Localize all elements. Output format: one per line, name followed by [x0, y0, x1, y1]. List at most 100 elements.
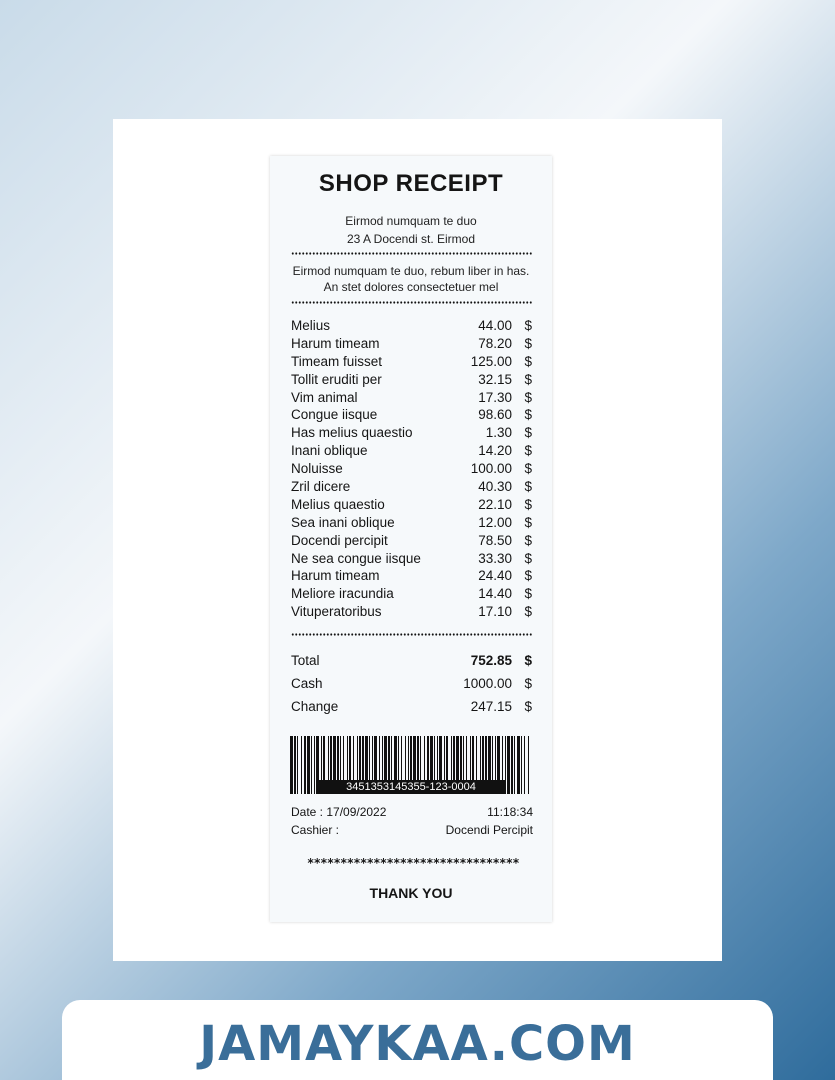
- item-list: Melius 44.00 $ Harum timeam 78.20 $ Timeam fui…: [291, 317, 536, 621]
- item-name: Vituperatoribus: [291, 604, 382, 620]
- currency-symbol: $: [524, 335, 532, 351]
- receipt-item-row: Docendi percipit 78.50 $: [291, 532, 536, 550]
- cashier-name: Docendi Percipit: [445, 823, 533, 837]
- item-name: Noluisse: [291, 461, 343, 477]
- currency-symbol: $: [524, 699, 532, 714]
- item-name: Harum timeam: [291, 335, 380, 351]
- currency-symbol: $: [524, 407, 532, 423]
- currency-symbol: $: [524, 443, 532, 459]
- cashier-label: Cashier :: [291, 823, 340, 837]
- item-price: 32.15: [478, 371, 512, 387]
- receipt-item-row: Noluisse 100.00 $: [291, 460, 536, 478]
- change-label: Change: [291, 699, 339, 714]
- item-name: Has melius quaestio: [291, 425, 413, 441]
- receipt-item-row: Congue iisque 98.60 $: [291, 406, 536, 424]
- item-price: 22.10: [478, 496, 512, 512]
- thank-you-text: THANK YOU: [369, 885, 453, 901]
- receipt-item-row: Has melius quaestio 1.30 $: [291, 424, 536, 442]
- total-label: Total: [291, 653, 320, 668]
- item-name: Tollit eruditi per: [291, 371, 382, 387]
- receipt-item-row: Zril dicere 40.30 $: [291, 478, 536, 496]
- cash-value: 1000.00: [463, 676, 512, 691]
- item-price: 78.20: [478, 335, 512, 351]
- change-value: 247.15: [470, 699, 512, 714]
- item-name: Harum timeam: [291, 568, 380, 584]
- item-price: 17.10: [478, 604, 512, 620]
- site-banner: JAMAYKAA.COM: [62, 1000, 773, 1080]
- item-price: 44.00: [478, 318, 512, 333]
- item-name: Melius: [291, 318, 331, 333]
- item-price: 125.00: [470, 353, 512, 369]
- dotted-divider: [291, 301, 533, 304]
- currency-symbol: $: [524, 604, 532, 620]
- currency-symbol: $: [524, 676, 532, 691]
- receipt-item-row: Harum timeam 78.20 $: [291, 335, 536, 353]
- item-price: 1.30: [485, 425, 512, 441]
- receipt-item-row: Vituperatoribus 17.10 $: [291, 603, 536, 621]
- currency-symbol: $: [524, 371, 532, 387]
- change-row: Change 247.15 $: [291, 697, 536, 717]
- item-name: Docendi percipit: [291, 532, 388, 548]
- item-price: 98.60: [478, 407, 512, 423]
- currency-symbol: $: [524, 532, 532, 548]
- item-name: Meliore iracundia: [291, 586, 394, 602]
- receipt: SHOP RECEIPT Eirmod numquam te duo 23 A …: [270, 156, 552, 922]
- currency-symbol: $: [524, 496, 532, 512]
- receipt-item-row: Timeam fuisset 125.00 $: [291, 353, 536, 371]
- item-price: 33.30: [478, 550, 512, 566]
- item-name: Ne sea congue iisque: [291, 550, 421, 566]
- cashier-row: Cashier : Docendi Percipit: [291, 822, 533, 838]
- currency-symbol: $: [524, 353, 532, 369]
- receipt-item-row: Tollit eruditi per 32.15 $: [291, 371, 536, 389]
- item-name: Melius quaestio: [291, 496, 385, 512]
- item-name: Sea inani oblique: [291, 514, 395, 530]
- time-text: 11:18:34: [487, 805, 533, 819]
- total-row: Total 752.85 $: [291, 651, 536, 671]
- item-name: Inani oblique: [291, 443, 368, 459]
- currency-symbol: $: [524, 318, 532, 333]
- currency-symbol: $: [524, 389, 532, 405]
- currency-symbol: $: [524, 550, 532, 566]
- currency-symbol: $: [524, 461, 532, 477]
- dotted-divider: [291, 252, 533, 255]
- item-name: Vim animal: [291, 389, 358, 405]
- item-price: 17.30: [478, 389, 512, 405]
- cash-label: Cash: [291, 676, 323, 691]
- receipt-note-line1: Eirmod numquam te duo, rebum liber in ha…: [292, 264, 530, 278]
- item-price: 12.00: [478, 514, 512, 530]
- receipt-item-row: Meliore iracundia 14.40 $: [291, 585, 536, 603]
- currency-symbol: $: [524, 586, 532, 602]
- receipt-item-row: Melius 44.00 $: [291, 317, 536, 335]
- shop-name: Eirmod numquam te duo: [345, 214, 477, 228]
- barcode-number: 3451353145355-123-0004: [317, 780, 505, 794]
- item-price: 40.30: [478, 479, 512, 495]
- receipt-item-row: Sea inani oblique 12.00 $: [291, 514, 536, 532]
- star-divider: ********************************: [307, 856, 520, 870]
- item-price: 78.50: [478, 532, 512, 548]
- receipt-note-line2: An stet dolores consectetuer mel: [323, 280, 499, 294]
- receipt-item-row: Inani oblique 14.20 $: [291, 442, 536, 460]
- receipt-title: SHOP RECEIPT: [318, 170, 504, 197]
- receipt-item-row: Vim animal 17.30 $: [291, 389, 536, 407]
- currency-symbol: $: [524, 568, 532, 584]
- total-value: 752.85: [470, 653, 512, 668]
- item-price: 24.40: [478, 568, 512, 584]
- currency-symbol: $: [524, 425, 532, 441]
- receipt-item-row: Melius quaestio 22.10 $: [291, 496, 536, 514]
- date-text: Date : 17/09/2022: [291, 805, 387, 819]
- site-name: JAMAYKAA.COM: [199, 1016, 636, 1072]
- item-price: 14.20: [478, 443, 512, 459]
- item-name: Timeam fuisset: [291, 353, 383, 369]
- item-price: 100.00: [470, 461, 512, 477]
- item-price: 14.40: [478, 586, 512, 602]
- currency-symbol: $: [524, 514, 532, 530]
- cash-row: Cash 1000.00 $: [291, 674, 536, 694]
- shop-address: 23 A Docendi st. Eirmod: [346, 232, 476, 246]
- receipt-item-row: Ne sea congue iisque 33.30 $: [291, 550, 536, 568]
- currency-symbol: $: [524, 653, 532, 668]
- date-time-row: Date : 17/09/2022 11:18:34: [291, 804, 533, 820]
- item-name: Zril dicere: [291, 479, 351, 495]
- currency-symbol: $: [524, 479, 532, 495]
- receipt-item-row: Harum timeam 24.40 $: [291, 567, 536, 585]
- item-name: Congue iisque: [291, 407, 378, 423]
